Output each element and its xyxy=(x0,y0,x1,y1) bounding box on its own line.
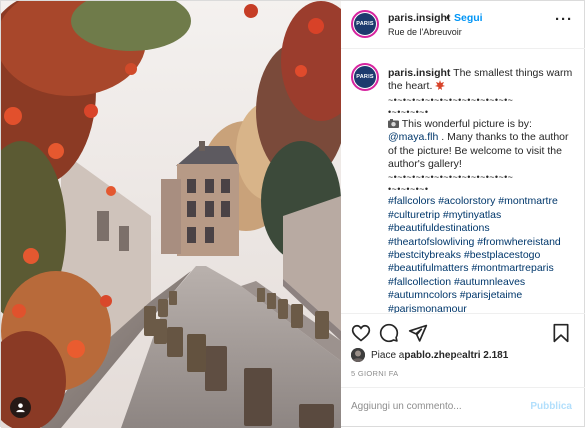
caption-separator-3: ~•~•~•~•~•~•~•~•~•~•~•~•~•~ xyxy=(388,172,514,183)
avatar-text: PARIS xyxy=(354,13,376,35)
author-mention-link[interactable]: @maya.flh xyxy=(388,131,438,143)
post-header: PARIS paris.insight • Segui Rue de l'Abr… xyxy=(341,1,585,49)
comment-input[interactable] xyxy=(351,401,511,412)
montmartre-street-image xyxy=(1,1,341,428)
caption-separator-2: •~•~•~•~• xyxy=(388,106,429,117)
likes-prefix: Piace a xyxy=(371,349,405,361)
likes-summary: Piace a pablo.zhep e altri 2.181 xyxy=(351,347,508,363)
credit-prefix: This wonderful picture is by: xyxy=(399,117,532,130)
more-options-icon[interactable]: ··· xyxy=(555,11,573,28)
separator-dot: • xyxy=(446,12,450,24)
liker-avatar[interactable] xyxy=(351,348,365,362)
post-caption: paris.insight The smallest things warm t… xyxy=(388,67,578,316)
account-avatar[interactable]: PARIS xyxy=(351,10,379,38)
likes-others-link[interactable]: altri 2.181 xyxy=(462,350,508,361)
bookmark-icon[interactable] xyxy=(551,323,571,343)
caption-username[interactable]: paris.insight xyxy=(388,67,450,79)
account-username[interactable]: paris.insight xyxy=(388,12,450,24)
post-side-panel: PARIS paris.insight • Segui Rue de l'Abr… xyxy=(341,1,585,428)
comment-icon[interactable] xyxy=(379,323,399,343)
post-photo[interactable] xyxy=(1,1,341,428)
caption-avatar[interactable]: PARIS xyxy=(351,63,379,91)
location-link[interactable]: Rue de l'Abreuvoir xyxy=(388,27,462,37)
follow-button[interactable]: Segui xyxy=(454,12,483,24)
instagram-post: PARIS paris.insight • Segui Rue de l'Abr… xyxy=(0,0,585,428)
user-icon xyxy=(16,403,25,413)
caption-credit: This wonderful picture is by: @maya.flh … xyxy=(388,118,569,170)
caption-separator-4: •~•~•~•~• xyxy=(388,184,429,195)
share-icon[interactable] xyxy=(408,323,428,343)
caption-separator: ~•~•~•~•~•~•~•~•~•~•~•~•~•~ xyxy=(388,94,514,105)
hashtag-list[interactable]: #fallcolors #acolorstory #montmartre #cu… xyxy=(388,195,561,314)
comment-bar: Pubblica xyxy=(341,387,585,428)
tagged-users-button[interactable] xyxy=(10,397,31,418)
camera-icon xyxy=(388,118,399,128)
post-timestamp[interactable]: 5 GIORNI FA xyxy=(351,369,398,378)
heart-icon[interactable] xyxy=(351,323,371,343)
maple-leaf-icon xyxy=(435,80,446,91)
action-bar xyxy=(341,313,585,349)
publish-button[interactable]: Pubblica xyxy=(530,401,572,412)
liker-username[interactable]: pablo.zhep xyxy=(404,350,456,361)
caption-avatar-text: PARIS xyxy=(354,66,376,88)
liker-photo xyxy=(351,348,365,362)
